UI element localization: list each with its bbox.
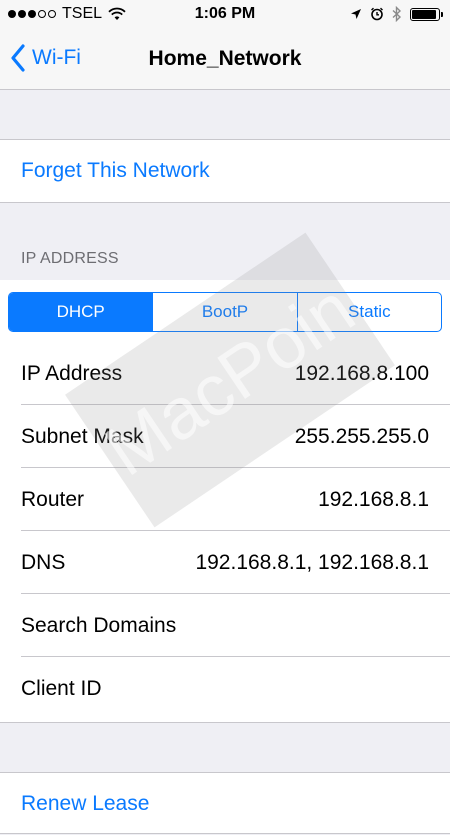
row-value: 192.168.8.1, 192.168.8.1 [195,550,429,574]
row-value: 192.168.8.100 [294,361,429,385]
ip-address-row[interactable]: IP Address 192.168.8.100 [0,342,450,405]
ip-address-section-header: IP ADDRESS [21,250,119,267]
row-label: DNS [21,550,66,574]
subnet-mask-row[interactable]: Subnet Mask 255.255.255.0 [0,405,450,468]
client-id-row[interactable]: Client ID [0,657,450,720]
router-row[interactable]: Router 192.168.8.1 [0,468,450,531]
segment-dhcp[interactable]: DHCP [9,293,153,331]
status-bar: TSEL 1:06 PM [0,0,450,30]
segment-bootp[interactable]: BootP [152,293,296,331]
search-domains-row[interactable]: Search Domains [0,594,450,657]
segment-static[interactable]: Static [296,293,441,331]
renew-lease-group: Renew Lease [0,772,450,834]
dns-row[interactable]: DNS 192.168.8.1, 192.168.8.1 [0,531,450,594]
alarm-clock-icon [371,7,383,21]
page-title: Home_Network [148,47,302,70]
row-label: Router [21,487,85,511]
forget-network-button[interactable]: Forget This Network [0,140,450,202]
forget-network-group: Forget This Network [0,139,450,203]
ip-address-group: IP Address 192.168.8.100 Subnet Mask 255… [0,280,450,723]
navigation-bar: Wi-Fi Home_Network [0,30,450,90]
battery-icon [410,7,443,21]
row-value: 255.255.255.0 [294,424,429,448]
row-label: Search Domains [21,613,177,637]
ip-mode-segmented-control: DHCP BootP Static [8,292,442,332]
location-arrow-icon [351,9,361,19]
row-label: Subnet Mask [21,424,144,448]
row-value: 192.168.8.1 [318,487,429,511]
renew-lease-button[interactable]: Renew Lease [0,773,450,835]
row-label: IP Address [21,361,123,385]
row-label: Client ID [21,676,102,700]
ip-details-list: IP Address 192.168.8.100 Subnet Mask 255… [0,342,450,720]
bluetooth-icon [392,6,402,22]
status-right [350,6,443,22]
